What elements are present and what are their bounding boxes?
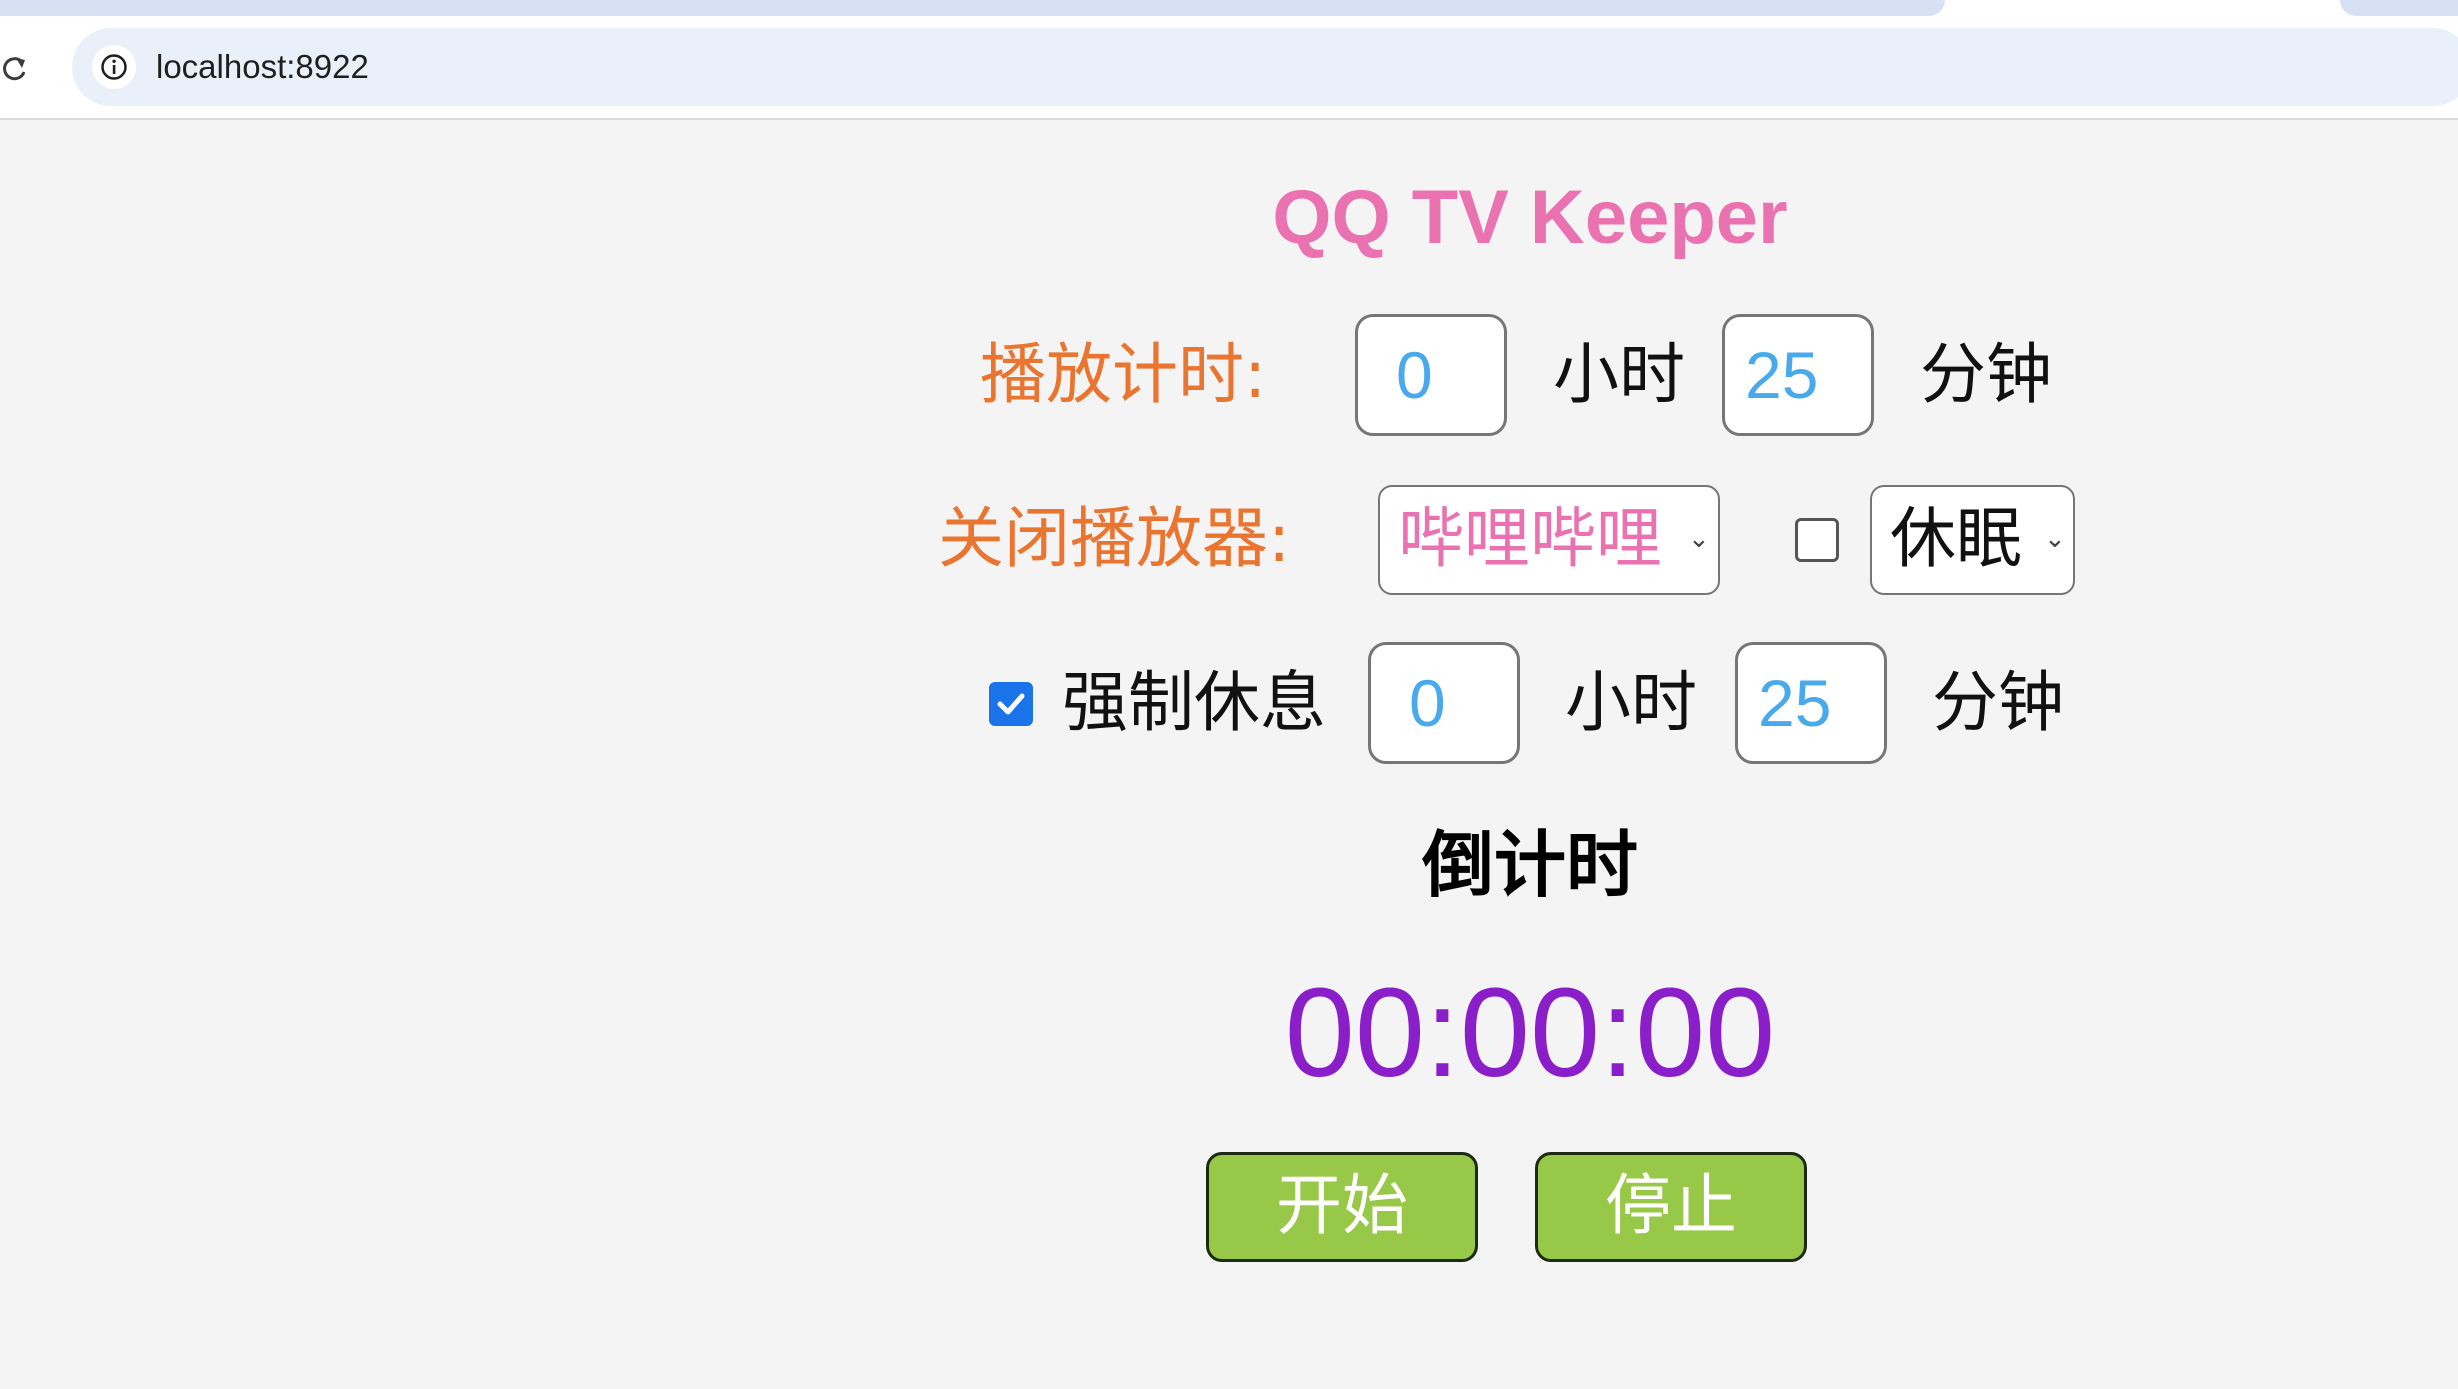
sleep-checkbox[interactable]: [1795, 518, 1839, 562]
power-select[interactable]: 休眠 ⌄: [1870, 485, 2075, 595]
player-select[interactable]: 哔哩哔哩 ⌄: [1378, 485, 1720, 595]
reload-icon[interactable]: [0, 48, 30, 88]
checkmark-icon: [997, 693, 1025, 715]
play-timer-label: 播放计时:: [980, 336, 1267, 413]
start-button[interactable]: 开始: [1206, 1152, 1478, 1262]
player-select-value: 哔哩哔哩: [1398, 500, 1662, 577]
power-select-value: 休眠: [1890, 500, 2022, 577]
url-text[interactable]: localhost:8922: [156, 47, 369, 87]
play-hours-input[interactable]: [1355, 314, 1507, 436]
chevron-down-icon: ⌄: [1688, 524, 1710, 554]
forced-rest-label: 强制休息: [1062, 664, 1326, 741]
forced-rest-checkbox[interactable]: [989, 682, 1033, 726]
rest-minutes-input[interactable]: [1735, 642, 1887, 764]
tab-inactive[interactable]: [0, 0, 1945, 16]
rest-hours-unit: 小时: [1565, 664, 1697, 741]
play-minutes-input[interactable]: [1722, 314, 1874, 436]
browser-chrome: localhost:8922: [0, 0, 2458, 120]
play-minutes-unit: 分钟: [1920, 336, 2052, 413]
tab-inactive-right[interactable]: [2340, 0, 2458, 16]
info-icon[interactable]: [92, 45, 136, 89]
rest-minutes-unit: 分钟: [1932, 664, 2064, 741]
address-bar[interactable]: localhost:8922: [72, 28, 2458, 106]
close-player-label: 关闭播放器:: [938, 500, 1291, 577]
tab-strip: [0, 0, 2458, 17]
countdown-display: 00:00:00: [1284, 962, 1776, 1103]
page-title: QQ TV Keeper: [1272, 175, 1788, 260]
rest-hours-input[interactable]: [1368, 642, 1520, 764]
countdown-title: 倒计时: [1421, 823, 1638, 907]
play-hours-unit: 小时: [1553, 336, 1685, 413]
divider: [0, 118, 2458, 120]
chevron-down-icon: ⌄: [2044, 524, 2066, 554]
stop-button[interactable]: 停止: [1535, 1152, 1807, 1262]
